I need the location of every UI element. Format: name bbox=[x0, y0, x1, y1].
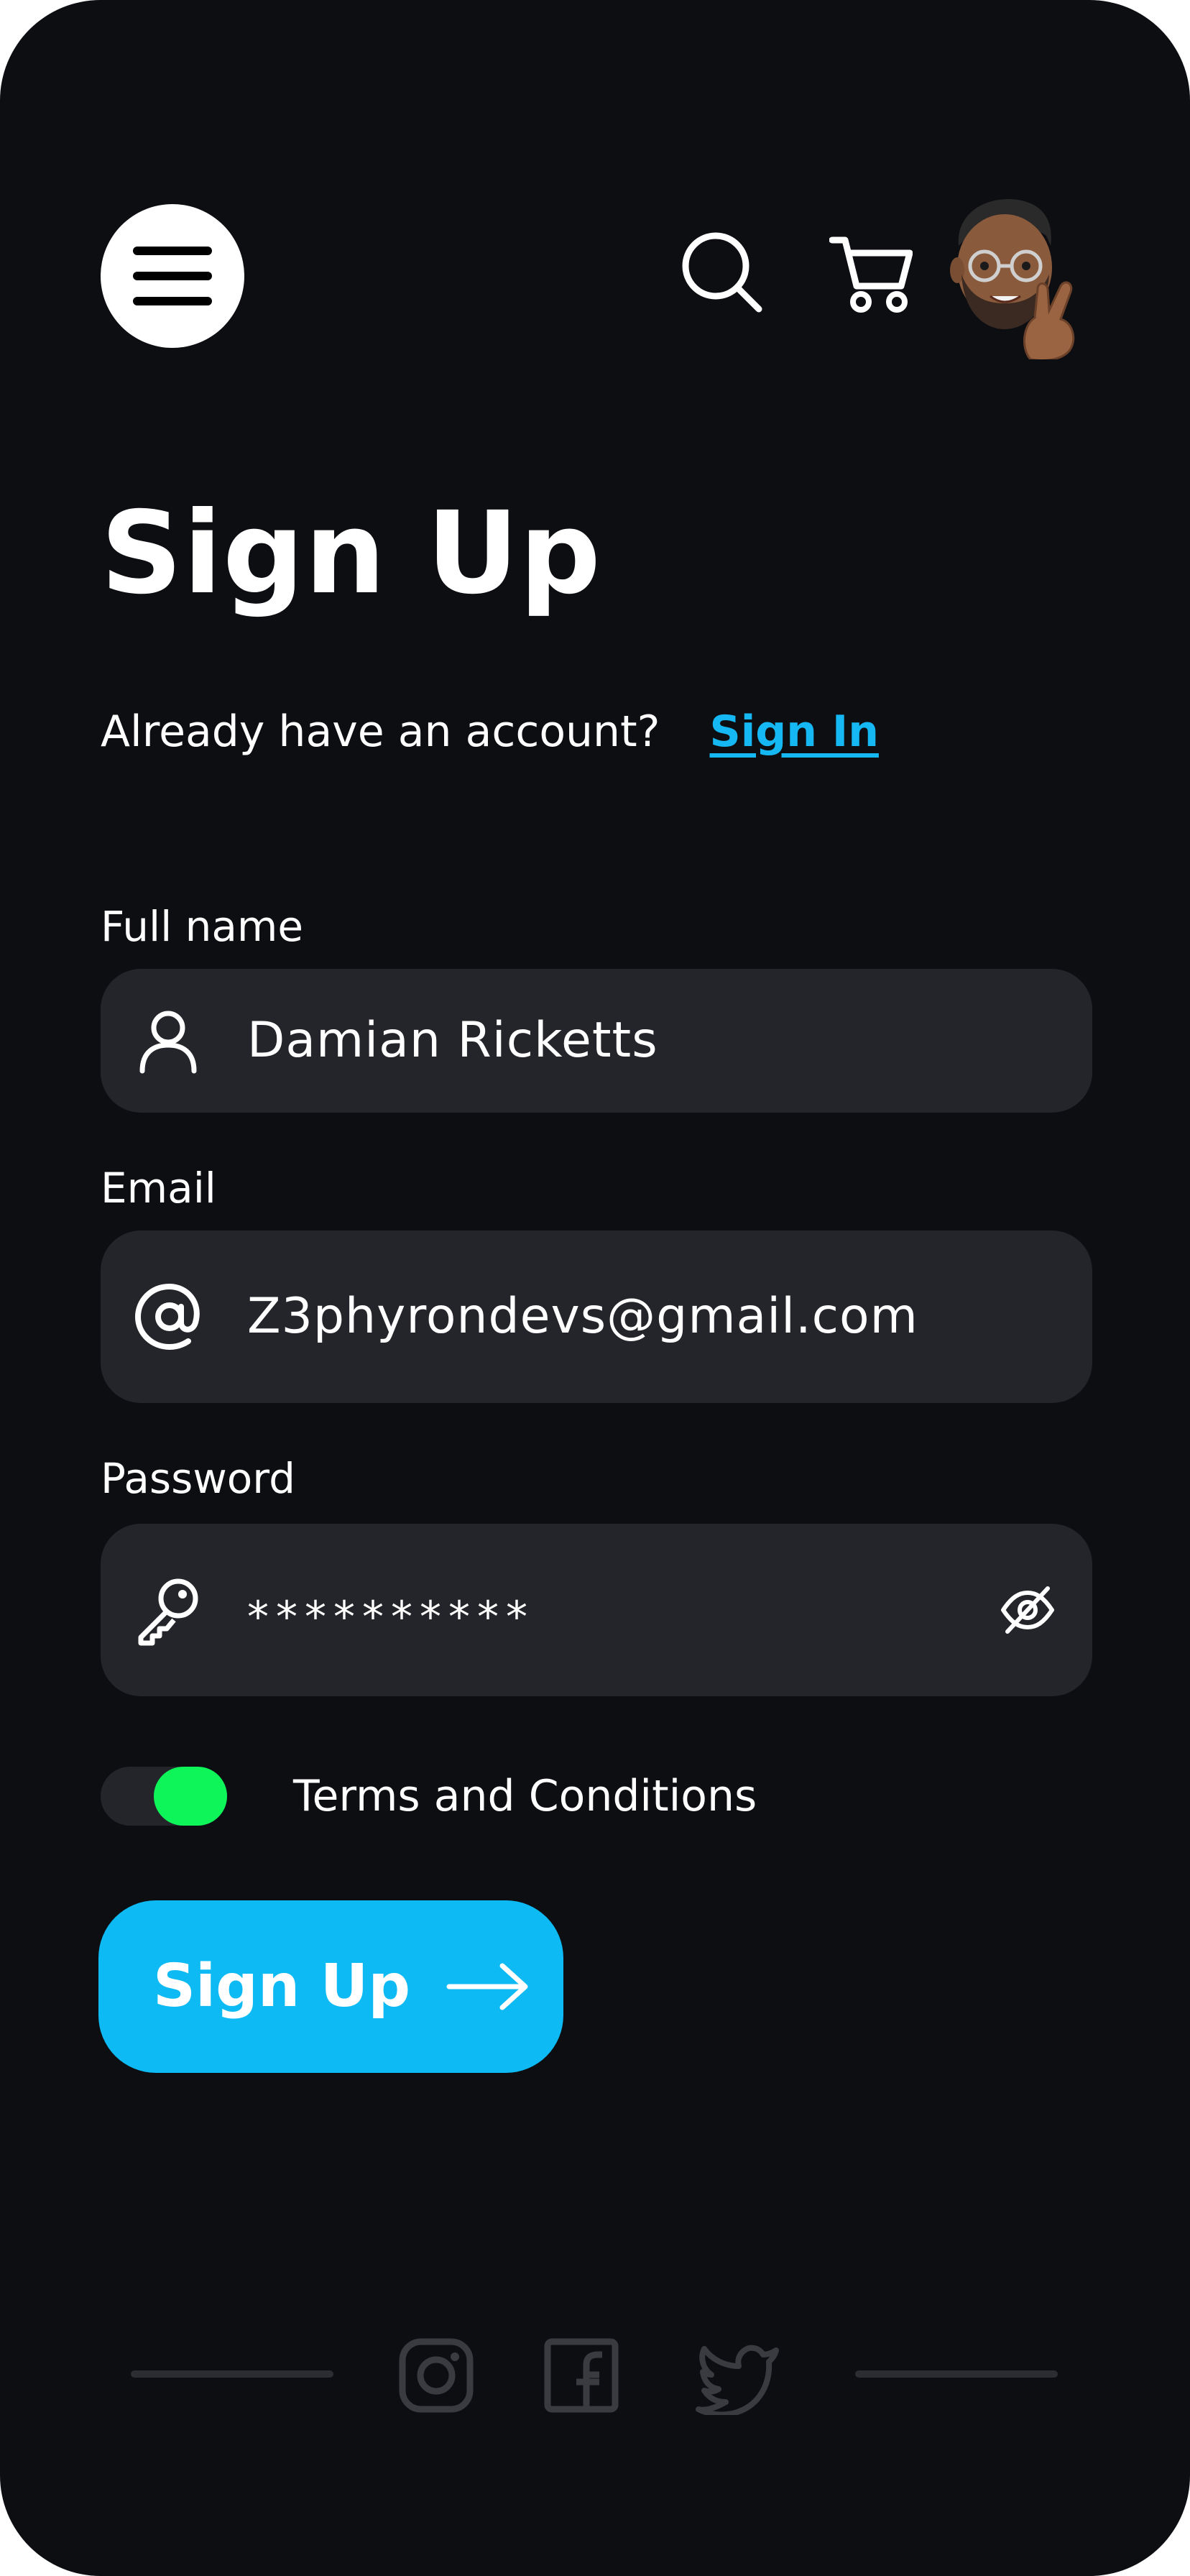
password-value: ********** bbox=[247, 1591, 535, 1642]
footer-divider-right bbox=[855, 2370, 1058, 2378]
hamburger-menu-icon bbox=[133, 247, 212, 305]
user-icon bbox=[139, 1011, 197, 1074]
arrow-right-icon bbox=[446, 1963, 528, 2010]
twitter-icon[interactable] bbox=[696, 2336, 782, 2415]
email-value: Z3phyrondevs@gmail.com bbox=[247, 1288, 918, 1345]
signin-prompt: Already have an account? Sign In bbox=[101, 703, 879, 760]
page-title: Sign Up bbox=[101, 487, 601, 620]
account-question: Already have an account? bbox=[101, 707, 660, 757]
facebook-icon[interactable] bbox=[542, 2336, 621, 2415]
password-label: Password bbox=[101, 1454, 295, 1503]
sign-up-screen: Sign Up Already have an account? Sign In… bbox=[0, 0, 1190, 2576]
key-icon bbox=[138, 1578, 198, 1646]
avatar[interactable] bbox=[946, 196, 1082, 359]
toggle-knob bbox=[154, 1767, 227, 1826]
sign-up-button[interactable]: Sign Up bbox=[98, 1900, 563, 2073]
full-name-field[interactable]: Damian Ricketts bbox=[101, 969, 1092, 1113]
email-label: Email bbox=[101, 1164, 216, 1213]
menu-button[interactable] bbox=[101, 204, 244, 348]
shopping-cart-icon[interactable] bbox=[829, 234, 913, 313]
instagram-icon[interactable] bbox=[397, 2336, 476, 2415]
footer-divider-left bbox=[131, 2370, 333, 2378]
full-name-label: Full name bbox=[101, 902, 304, 951]
email-field[interactable]: Z3phyrondevs@gmail.com bbox=[101, 1230, 1092, 1403]
at-sign-icon bbox=[134, 1283, 200, 1351]
sign-in-link[interactable]: Sign In bbox=[710, 707, 879, 757]
password-field[interactable]: ********** bbox=[101, 1524, 1092, 1696]
terms-label[interactable]: Terms and Conditions bbox=[293, 1770, 757, 1823]
eye-off-icon[interactable] bbox=[999, 1581, 1056, 1639]
sign-up-button-label: Sign Up bbox=[153, 1952, 411, 2020]
terms-toggle[interactable] bbox=[101, 1767, 227, 1826]
full-name-value: Damian Ricketts bbox=[247, 1012, 658, 1069]
search-icon[interactable] bbox=[680, 230, 763, 313]
